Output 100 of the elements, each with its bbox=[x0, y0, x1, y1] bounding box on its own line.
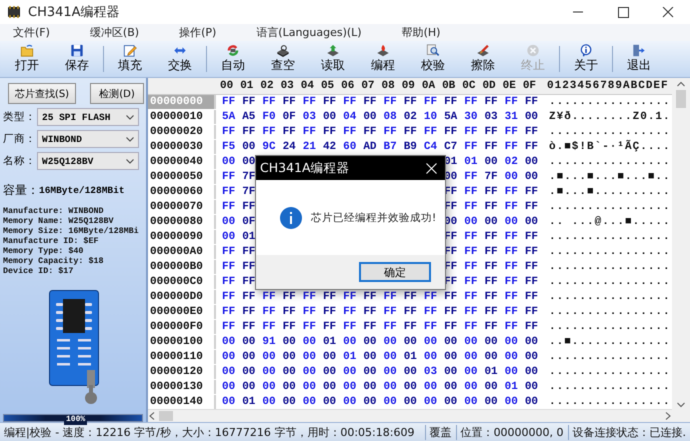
toolbar-button[interactable]: 校验 bbox=[408, 42, 458, 76]
detect-button[interactable]: 检测(D) bbox=[90, 83, 144, 104]
address-cell: 00000020 bbox=[148, 125, 216, 140]
hex-cell-text: FF bbox=[464, 290, 478, 303]
hex-cell-text: 00 bbox=[242, 336, 256, 348]
hex-cell-text: 00 bbox=[524, 366, 540, 378]
hex-cell-text: 00 bbox=[222, 336, 236, 348]
chip-search-button[interactable]: 芯片查找(S) bbox=[8, 83, 76, 104]
hex-cell-text: FF bbox=[222, 126, 236, 138]
hex-cell-text: 00 bbox=[282, 396, 297, 408]
hex-cell-text: 00 bbox=[343, 396, 358, 408]
toolbar-button[interactable]: 查空 bbox=[258, 42, 308, 76]
door-arrow-icon bbox=[631, 44, 647, 57]
hex-cell-text: 9C bbox=[262, 141, 277, 154]
hex-cell-text: FF bbox=[302, 126, 317, 138]
hex-cell-text: 00 bbox=[384, 350, 398, 363]
dropdown[interactable]: W25Q128BV bbox=[37, 152, 139, 170]
ok-button[interactable]: 确定 bbox=[359, 262, 431, 282]
menu-item[interactable]: 帮助(H) bbox=[392, 25, 450, 40]
hex-cell-text: 00 bbox=[524, 171, 540, 184]
hex-cell-text: 00 bbox=[222, 216, 236, 228]
hex-cell-text: 00 bbox=[262, 366, 277, 378]
hex-cell-text: F0 bbox=[262, 111, 277, 124]
hex-cell-text: B9 bbox=[404, 141, 418, 154]
hex-cell-text: 01 bbox=[504, 380, 519, 393]
menu-item[interactable]: 文件(F) bbox=[4, 25, 59, 40]
column-label: 0C bbox=[462, 80, 476, 92]
hex-cell-text: 01 bbox=[484, 366, 499, 378]
close-icon[interactable] bbox=[662, 6, 674, 18]
hex-cell-text: FF bbox=[384, 320, 398, 333]
hex-cell-text: 01 bbox=[242, 231, 256, 244]
hex-cell-text: FF bbox=[404, 126, 418, 138]
hex-cell-text: 21 bbox=[302, 141, 317, 154]
hex-cell-text: FF bbox=[222, 276, 236, 288]
chip-icon bbox=[6, 6, 22, 18]
scrollbar-thumb[interactable] bbox=[676, 90, 686, 108]
hex-cell-text: FF bbox=[222, 261, 236, 273]
hex-cell-text: 01 bbox=[242, 396, 256, 408]
hex-cell-text: FF bbox=[242, 96, 256, 108]
dropdown[interactable]: 25 SPI FLASH bbox=[37, 108, 139, 126]
ascii-text: ................ bbox=[549, 290, 671, 303]
dropdown[interactable]: WINBOND bbox=[37, 130, 139, 148]
hex-cell-text: 00 bbox=[404, 380, 418, 393]
address-cell: 00000040 bbox=[148, 155, 216, 170]
toolbar-button[interactable]: 交换 bbox=[155, 42, 205, 76]
stop-icon bbox=[525, 44, 541, 57]
ascii-text: Z¥ð........Z0.1. bbox=[549, 111, 671, 124]
toolbar-button[interactable]: 填充 bbox=[105, 42, 155, 76]
hex-cell-text: 00 bbox=[322, 380, 338, 393]
column-label: 07 bbox=[361, 80, 376, 92]
hex-cell-text: FF bbox=[444, 126, 458, 138]
toolbar-button[interactable]: 读取 bbox=[308, 42, 358, 76]
toolbar-button[interactable]: 保存 bbox=[52, 42, 102, 76]
toolbar-button[interactable]: 打开 bbox=[2, 42, 52, 76]
hex-cell-text: FF bbox=[504, 306, 519, 318]
toolbar-button[interactable]: 擦除 bbox=[458, 42, 508, 76]
hex-cell-text: FF bbox=[404, 320, 418, 333]
toolbar-button[interactable]: 退出 bbox=[614, 42, 664, 76]
folder-icon bbox=[19, 44, 35, 57]
address-cell: 00000090 bbox=[148, 230, 216, 244]
hex-cell-text: FF bbox=[524, 96, 540, 108]
hex-cell-text: FF bbox=[424, 96, 438, 108]
hex-cell-text: 01 bbox=[404, 350, 418, 363]
hex-cell-text: FF bbox=[262, 290, 277, 303]
toolbar-button[interactable]: 编程 bbox=[358, 42, 408, 76]
hex-cell-text: FF bbox=[444, 320, 458, 333]
hex-cell-text: 00 bbox=[504, 216, 519, 228]
menu-item[interactable]: 语言(Languages)(L) bbox=[247, 25, 371, 40]
hex-cell-text: FF bbox=[242, 276, 256, 288]
toolbar-button[interactable]: 关于 bbox=[561, 42, 611, 76]
notepad-icon bbox=[122, 44, 138, 57]
chip-flame-icon bbox=[375, 44, 391, 57]
hex-cell-text: FF bbox=[444, 96, 458, 108]
address-cell: 000000E0 bbox=[148, 304, 216, 319]
status-text: 位置：00000000, 0 bbox=[460, 424, 565, 440]
chip-arrow-icon bbox=[325, 44, 341, 57]
hex-cell-text: 00 bbox=[464, 350, 478, 363]
status-text: 编程|校验 - 速度：12216 字节/秒，大小：16777216 字节，用时：00:05:18:609 bbox=[3, 424, 416, 440]
column-label: 01 bbox=[240, 80, 254, 92]
toolbar-button[interactable]: 自动 bbox=[208, 42, 258, 76]
hex-cell-text: 00 bbox=[384, 366, 398, 378]
ascii-text: ................ bbox=[549, 366, 671, 378]
hex-cell-text: FF bbox=[222, 171, 236, 184]
hex-cell-text: FF bbox=[302, 320, 317, 333]
ascii-text: ................ bbox=[549, 350, 671, 363]
scrollbar-thumb[interactable] bbox=[159, 411, 173, 422]
hex-cell-text: 00 bbox=[322, 111, 338, 124]
vertical-scrollbar[interactable] bbox=[672, 78, 690, 422]
hex-cell-text: FF bbox=[524, 261, 540, 273]
hex-cell-text: 00 bbox=[242, 366, 256, 378]
hex-cell-text: 02 bbox=[404, 111, 418, 124]
menu-item[interactable]: 缓冲区(B) bbox=[80, 25, 148, 40]
hex-cell-text: 00 bbox=[222, 366, 236, 378]
hex-cell-text: 00 bbox=[384, 336, 398, 348]
hex-cell-text: 00 bbox=[524, 111, 540, 124]
horizontal-scrollbar[interactable] bbox=[148, 409, 672, 422]
hex-cell-text: B7 bbox=[384, 141, 398, 154]
hex-cell-text: 00 bbox=[363, 350, 378, 363]
menu-item[interactable]: 操作(P) bbox=[170, 25, 226, 40]
maximize-icon[interactable] bbox=[616, 6, 628, 18]
